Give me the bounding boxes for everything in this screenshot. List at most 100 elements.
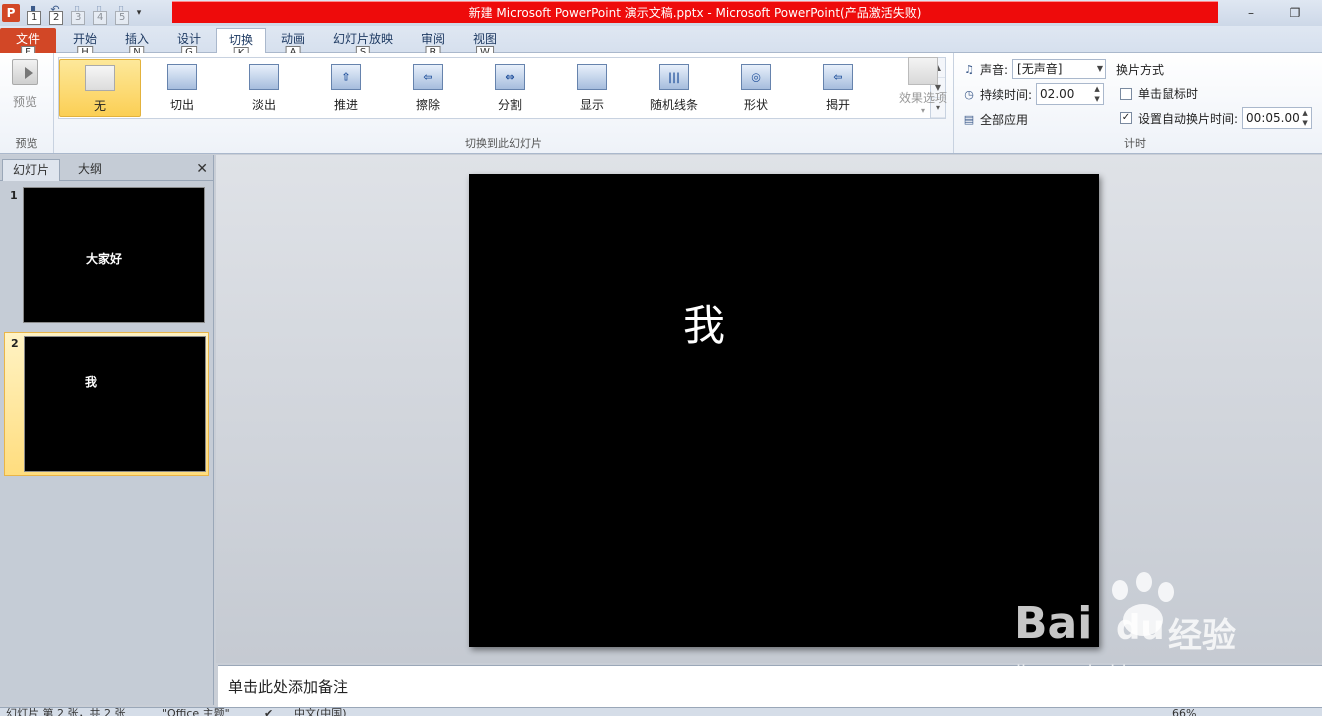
spin-arrows-icon[interactable]: ▲ ▼ xyxy=(1300,108,1310,128)
transition-wipe[interactable]: ⇦ 擦除 xyxy=(387,59,469,117)
slideshow-qat-button[interactable]: ▯ 5 xyxy=(112,3,130,25)
ribbon: 预览 预览 无 切出 淡出 ⇧ 推进 ⇦ 擦除 ⇔ 分割 显示 ||| 随机线条… xyxy=(0,53,1322,154)
after-time-spinner[interactable]: 00:05.00 ▲ ▼ xyxy=(1242,107,1313,129)
transition-push[interactable]: ⇧ 推进 xyxy=(305,59,387,117)
tab-view[interactable]: 视图 W xyxy=(462,28,508,60)
preview-group-label: 预览 xyxy=(15,137,38,150)
tab-review[interactable]: 审阅 R xyxy=(410,28,456,60)
transition-cut[interactable]: 切出 xyxy=(141,59,223,117)
transition-reveal[interactable]: 显示 xyxy=(551,59,633,117)
slide-text-box[interactable]: 我 xyxy=(469,292,939,353)
on-mouse-click-checkbox[interactable] xyxy=(1120,87,1132,100)
tab-slideshow-label: 幻灯片放映 xyxy=(332,32,393,46)
spellcheck-icon[interactable]: ✔ xyxy=(264,708,273,716)
tab-slides[interactable]: 幻灯片 xyxy=(2,159,60,181)
apply-all-button[interactable]: ▤ 全部应用 xyxy=(962,111,1028,128)
fade-transition-icon xyxy=(249,64,279,90)
current-slide[interactable]: 我 xyxy=(469,174,1099,647)
sound-dropdown[interactable]: [无声音] ▼ xyxy=(1012,59,1107,79)
restore-button[interactable]: ❐ xyxy=(1281,4,1309,22)
spin-arrows-icon[interactable]: ▲ ▼ xyxy=(1092,84,1102,104)
slide-thumbnail-1[interactable]: 1 大家好 xyxy=(4,185,209,327)
sound-label: 声音: xyxy=(980,62,1009,77)
transition-label: 显示 xyxy=(579,98,604,112)
powerpoint-app-icon[interactable]: P xyxy=(2,4,20,22)
close-panel-icon[interactable]: ✕ xyxy=(196,161,208,177)
status-bar: 幻灯片 第 2 张，共 2 张 "Office 主题" ✔ 中文(中国) 66% xyxy=(0,707,1322,716)
preview-icon xyxy=(12,59,38,85)
transition-label: 分割 xyxy=(497,98,522,112)
keytip-5: 5 xyxy=(115,11,130,25)
restore-icon: ❐ xyxy=(1289,6,1301,20)
slide-thumbnail-2[interactable]: 2 我 xyxy=(4,332,209,476)
duration-spinner[interactable]: 02.00 ▲ ▼ xyxy=(1036,83,1105,105)
split-transition-icon: ⇔ xyxy=(495,64,525,90)
transition-none[interactable]: 无 xyxy=(59,59,141,117)
customize-qat-button[interactable]: ▾ xyxy=(134,8,144,18)
redo-qat-button[interactable]: ▯ 3 xyxy=(68,3,86,25)
after-time-value: 00:05.00 xyxy=(1246,111,1300,125)
tab-insert[interactable]: 插入 N xyxy=(114,28,160,60)
on-mouse-click-option[interactable]: 单击鼠标时 xyxy=(1120,85,1198,102)
notes-pane[interactable]: 单击此处添加备注 xyxy=(218,665,1322,707)
preview-button[interactable]: 预览 xyxy=(6,59,44,110)
undo-qat-button[interactable]: ↶ 2 xyxy=(46,3,64,25)
transition-shape[interactable]: ◎ 形状 xyxy=(715,59,797,117)
zoom-level[interactable]: 66% xyxy=(1172,708,1196,716)
tab-design[interactable]: 设计 G xyxy=(166,28,212,60)
tab-file[interactable]: 文件 F xyxy=(0,28,56,60)
transition-gallery: 无 切出 淡出 ⇧ 推进 ⇦ 擦除 ⇔ 分割 显示 ||| 随机线条 ◎ 形状 … xyxy=(58,57,946,119)
tab-slideshow[interactable]: 幻灯片放映 S xyxy=(326,28,400,60)
slides-panel: 幻灯片 大纲 ✕ 1 大家好 2 我 xyxy=(0,155,214,705)
slide-thumb-text: 大家好 xyxy=(86,252,123,266)
print-qat-button[interactable]: ▯ 4 xyxy=(90,3,108,25)
minimize-button[interactable]: – xyxy=(1237,4,1265,22)
duration-value: 02.00 xyxy=(1040,87,1075,101)
tab-home[interactable]: 开始 H xyxy=(62,28,108,60)
tab-transitions-label: 切换 xyxy=(228,33,253,47)
transition-label: 形状 xyxy=(743,98,768,112)
quick-access-toolbar: P ▮ 1 ↶ 2 ▯ 3 ▯ 4 ▯ 5 ▾ xyxy=(0,0,144,26)
tab-transitions[interactable]: 切换 K xyxy=(216,28,266,61)
transition-label: 擦除 xyxy=(415,98,440,112)
random-bars-transition-icon: ||| xyxy=(659,64,689,90)
preview-button-label: 预览 xyxy=(12,95,37,109)
shape-transition-icon: ◎ xyxy=(741,64,771,90)
after-time-label: 设置自动换片时间: xyxy=(1138,111,1239,126)
slide-editor: 我 xyxy=(216,155,1322,663)
slide-count-status: 幻灯片 第 2 张，共 2 张 xyxy=(6,707,126,716)
transition-label: 揭开 xyxy=(825,98,850,112)
save-qat-button[interactable]: ▮ 1 xyxy=(24,3,42,25)
duration-row: ◷ 持续时间: 02.00 ▲ ▼ xyxy=(962,83,1105,105)
after-time-checkbox[interactable]: ✓ xyxy=(1120,112,1132,124)
transition-uncover[interactable]: ⇦ 揭开 xyxy=(797,59,879,117)
transition-split[interactable]: ⇔ 分割 xyxy=(469,59,551,117)
uncover-transition-icon: ⇦ xyxy=(823,64,853,90)
tab-home-label: 开始 xyxy=(72,32,97,46)
duration-label: 持续时间: xyxy=(980,87,1033,102)
slide-preview: 我 xyxy=(24,336,206,472)
ribbon-tabs: 文件 F 开始 H 插入 N 设计 G 切换 K 动画 A 幻灯片放映 S 审阅 xyxy=(0,26,1322,61)
advance-slide-heading: 换片方式 xyxy=(1116,61,1164,78)
advance-slide-label: 换片方式 xyxy=(1116,63,1165,77)
chevron-down-icon: ▾ xyxy=(920,106,925,115)
transition-fade[interactable]: 淡出 xyxy=(223,59,305,117)
language-status[interactable]: 中文(中国) xyxy=(294,708,347,716)
transition-random-bars[interactable]: ||| 随机线条 xyxy=(633,59,715,117)
apply-all-icon: ▤ xyxy=(963,113,975,126)
effect-options-button[interactable]: 效果选项 ▾ xyxy=(896,57,950,115)
tab-animations[interactable]: 动画 A xyxy=(270,28,316,60)
slide-number: 2 xyxy=(11,337,19,350)
slide-preview: 大家好 xyxy=(23,187,205,323)
keytip-4: 4 xyxy=(93,11,108,25)
transitions-group-label: 切换到此幻灯片 xyxy=(465,137,542,150)
tab-review-label: 审阅 xyxy=(420,32,445,46)
wipe-transition-icon: ⇦ xyxy=(413,64,443,90)
tab-outline[interactable]: 大纲 xyxy=(62,159,118,181)
after-time-option: ✓ 设置自动换片时间: 00:05.00 ▲ ▼ xyxy=(1120,107,1313,129)
tab-view-label: 视图 xyxy=(472,32,497,46)
transition-label: 随机线条 xyxy=(649,98,698,112)
transition-label: 无 xyxy=(93,99,106,113)
tab-design-label: 设计 xyxy=(176,32,201,46)
keytip-3: 3 xyxy=(71,11,86,25)
